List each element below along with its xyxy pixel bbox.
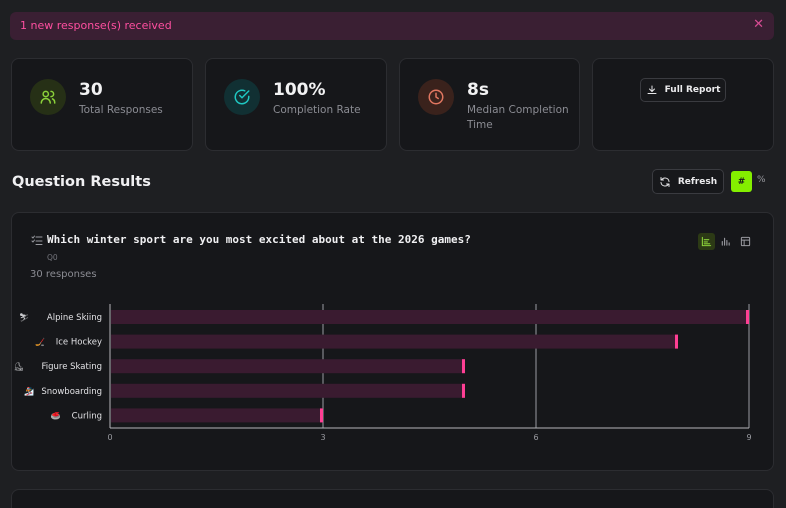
download-icon — [647, 85, 657, 94]
report-card: Full Report — [592, 58, 774, 151]
category-icon-ice-hockey: 🏒 — [35, 338, 45, 347]
bar-snowboarding — [111, 383, 465, 398]
refresh-icon — [660, 176, 670, 187]
question-card: Which winter sport are you most excited … — [11, 212, 774, 471]
horizontal-bar-chart-icon — [701, 236, 712, 247]
column-chart-view-button[interactable] — [717, 233, 734, 250]
refresh-button[interactable]: Refresh — [652, 169, 724, 194]
table-view-button[interactable] — [737, 233, 754, 250]
refresh-label: Refresh — [677, 176, 718, 187]
section-title: Question Results — [12, 174, 151, 190]
median-time-value: 8s — [467, 80, 489, 100]
bar-cap-curling — [320, 408, 323, 423]
stat-card-total-responses: 30 Total Responses — [11, 58, 193, 151]
list-check-icon — [31, 235, 43, 245]
users-icon — [30, 79, 66, 115]
x-tick-label-9: 9 — [746, 433, 751, 442]
x-tick-label-3: 3 — [320, 433, 325, 442]
bar-cap-figure-skating — [462, 359, 465, 374]
completion-rate-value: 100% — [273, 80, 326, 100]
horizontal-bar-chart: 0 3 6 9 Alpine Skiing ⛷ Ice Hockey 🏒 Figure Skat… — [14, 304, 752, 442]
category-icon-curling: 🥌 — [51, 411, 61, 420]
x-tick-label-0: 0 — [107, 433, 112, 442]
bar-cap-snowboarding — [462, 383, 465, 398]
category-icon-alpine-skiing: ⛷ — [19, 313, 29, 322]
percent-toggle[interactable]: % — [757, 175, 766, 185]
bar-alpine-skiing — [111, 310, 749, 324]
question-id: Q0 — [47, 253, 58, 262]
check-circle-icon — [224, 79, 260, 115]
category-icon-figure-skating: ⛸ — [14, 362, 24, 371]
median-time-label: Median Completion Time — [467, 104, 569, 131]
table-icon — [740, 236, 751, 247]
bar-cap-alpine-skiing — [746, 310, 749, 324]
completion-rate-label: Completion Rate — [273, 104, 361, 116]
full-report-button[interactable]: Full Report — [640, 78, 726, 102]
category-label-alpine-skiing: Alpine Skiing — [47, 313, 102, 323]
full-report-label: Full Report — [664, 85, 721, 95]
x-tick-label-6: 6 — [533, 433, 538, 442]
category-label-figure-skating: Figure Skating — [41, 362, 102, 372]
notification-text: 1 new response(s) received — [20, 19, 172, 32]
next-question-card — [11, 489, 774, 508]
bar-chart-view-button[interactable] — [698, 233, 715, 250]
response-count: 30 responses — [30, 269, 97, 280]
total-responses-value: 30 — [79, 80, 103, 100]
bar-curling — [111, 408, 323, 423]
category-icon-snowboarding: 🏂 — [24, 386, 34, 396]
bar-ice-hockey — [111, 334, 678, 349]
total-responses-label: Total Responses — [79, 104, 163, 116]
close-icon[interactable]: ✕ — [753, 17, 764, 33]
category-label-curling: Curling — [72, 411, 102, 421]
category-label-ice-hockey: Ice Hockey — [56, 338, 102, 348]
column-chart-icon — [721, 237, 730, 246]
clock-icon — [418, 79, 454, 115]
bar-cap-ice-hockey — [675, 334, 678, 349]
category-label-snowboarding: Snowboarding — [41, 387, 102, 397]
notification-banner: 1 new response(s) received ✕ — [10, 12, 774, 40]
bar-figure-skating — [111, 359, 465, 374]
stat-card-median-time: 8s Median Completion Time — [399, 58, 580, 151]
question-title: Which winter sport are you most excited … — [47, 233, 471, 246]
stat-card-completion-rate: 100% Completion Rate — [205, 58, 387, 151]
count-toggle[interactable]: # — [731, 171, 752, 192]
